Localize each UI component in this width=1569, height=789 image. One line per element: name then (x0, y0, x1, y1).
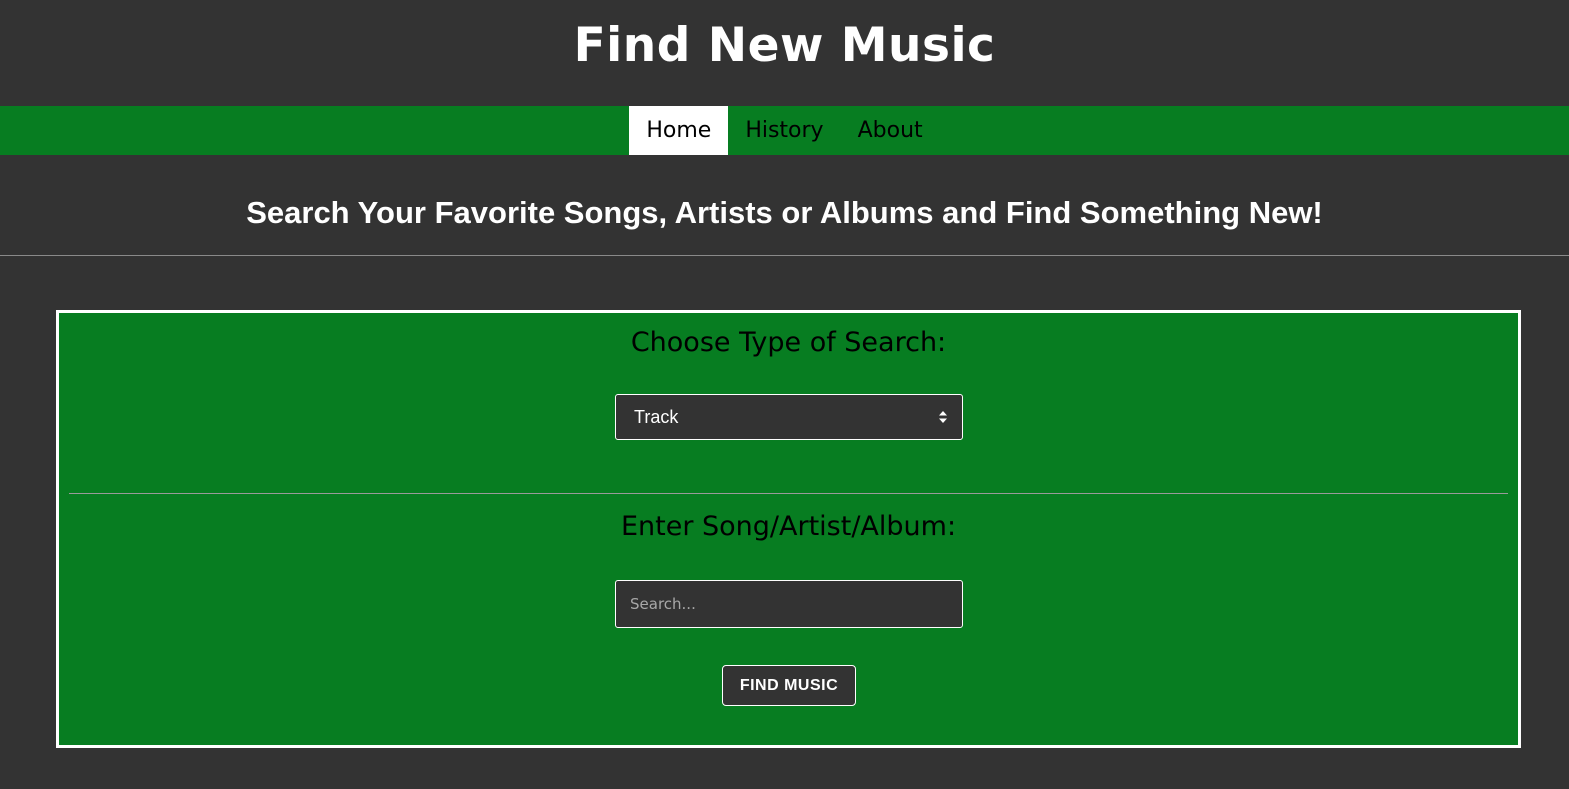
tagline-section: Search Your Favorite Songs, Artists or A… (0, 155, 1569, 256)
nav-history[interactable]: History (728, 106, 840, 155)
nav-about[interactable]: About (841, 106, 940, 155)
search-type-select[interactable]: Track (615, 394, 963, 440)
site-header: Find New Music (0, 0, 1569, 106)
select-arrows-icon (939, 411, 947, 423)
search-panel: Choose Type of Search: Track Enter Song/… (56, 310, 1521, 748)
panel-divider (69, 493, 1508, 494)
search-type-selected-value: Track (634, 406, 679, 427)
page-tagline: Search Your Favorite Songs, Artists or A… (246, 195, 1323, 230)
search-input[interactable] (615, 580, 963, 628)
find-music-button[interactable]: FIND MUSIC (722, 665, 856, 706)
search-type-label: Choose Type of Search: (630, 327, 947, 358)
search-query-label: Enter Song/Artist/Album: (620, 511, 957, 542)
main-nav: Home History About (0, 106, 1569, 155)
nav-home[interactable]: Home (629, 106, 729, 155)
site-title: Find New Music (573, 17, 996, 73)
